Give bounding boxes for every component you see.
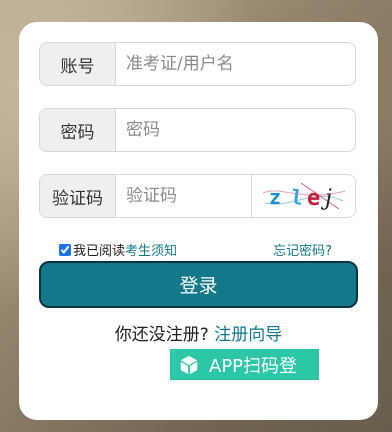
agreement-checkbox[interactable] [59, 243, 71, 256]
account-field: 账号 [39, 42, 356, 86]
app-scan-login-label: APP扫码登 [209, 355, 298, 377]
account-label: 账号 [40, 43, 116, 85]
account-input[interactable] [116, 43, 355, 85]
captcha-label: 验证码 [40, 175, 116, 217]
captcha-image[interactable]: z l e j [251, 175, 355, 217]
captcha-input[interactable] [116, 175, 251, 217]
password-label: 密码 [40, 109, 116, 151]
captcha-char-2: l [289, 185, 304, 210]
captcha-char-3: e [307, 186, 320, 211]
login-card: 账号 密码 验证码 z l e j 我已阅读考生须知 忘记密码? 登录 你还没注… [19, 22, 378, 420]
password-input[interactable] [116, 109, 355, 151]
notice-link[interactable]: 考生须知 [125, 240, 177, 259]
cube-icon [180, 355, 198, 374]
register-row: 你还没注册? 注册向导 [19, 320, 378, 345]
captcha-graphic: z l e j [262, 182, 345, 211]
register-link[interactable]: 注册向导 [214, 325, 282, 345]
agreement-text: 我已阅读 [73, 244, 126, 259]
password-field: 密码 [39, 108, 356, 152]
forgot-password-link[interactable]: 忘记密码? [273, 240, 332, 259]
agreement-row: 我已阅读 考生须知 [59, 240, 177, 259]
login-button[interactable]: 登录 [39, 261, 358, 308]
captcha-char-1: z [269, 185, 281, 209]
captcha-field: 验证码 z l e j [39, 174, 356, 218]
register-question: 你还没注册? [114, 325, 209, 345]
captcha-char-4: j [320, 186, 332, 211]
app-scan-login-button[interactable]: APP扫码登 [170, 349, 319, 380]
